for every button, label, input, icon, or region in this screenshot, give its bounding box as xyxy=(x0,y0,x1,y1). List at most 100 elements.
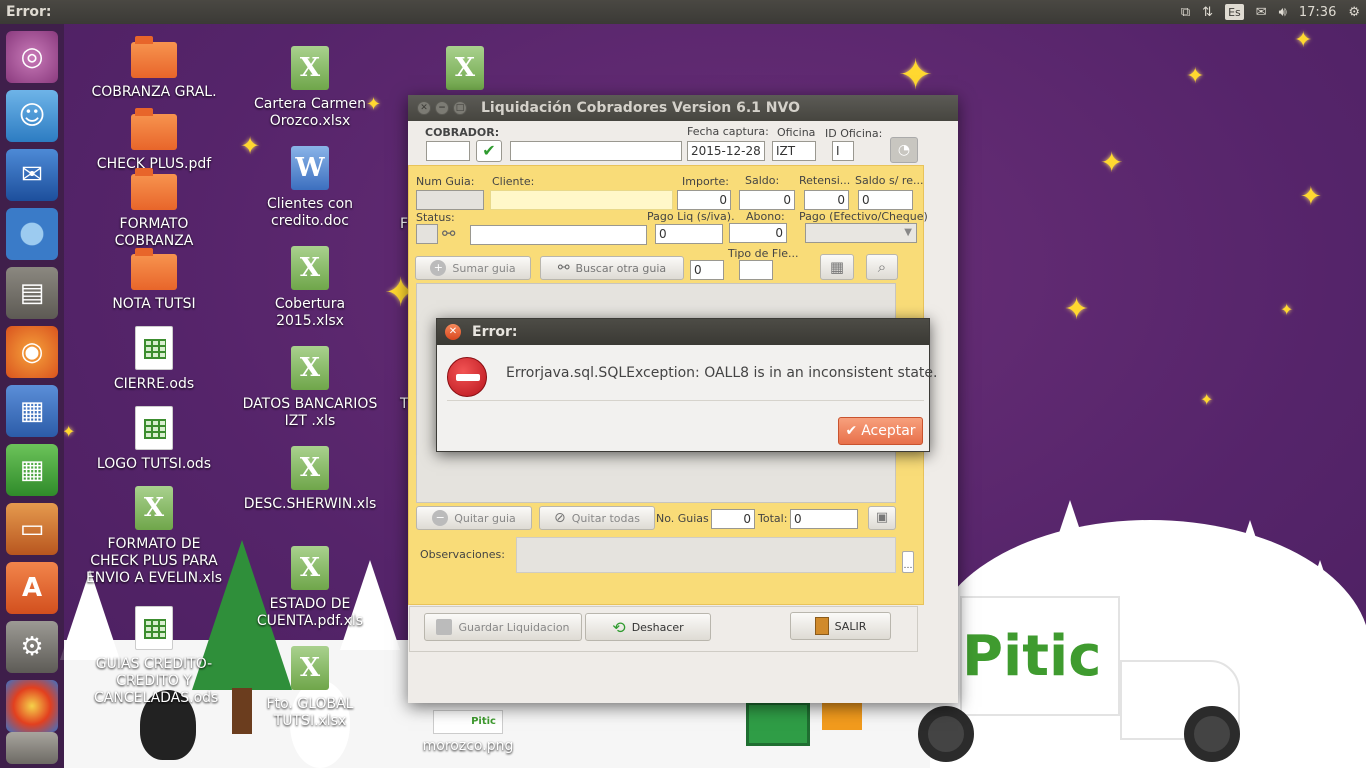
pago-liq-label: Pago Liq (s/iva). xyxy=(647,210,735,223)
total-field[interactable]: 0 xyxy=(790,509,858,529)
importe-field[interactable]: 0 xyxy=(677,190,731,210)
chromium-icon[interactable] xyxy=(6,208,58,260)
abono-field[interactable]: 0 xyxy=(729,223,787,243)
sumar-guia-button[interactable]: + Sumar guia xyxy=(415,256,531,280)
writer-icon[interactable]: ▦ xyxy=(6,385,58,437)
system-settings-icon[interactable]: ⚙ xyxy=(6,621,58,673)
firefox-icon[interactable]: ◉ xyxy=(6,326,58,378)
desktop-file[interactable]: X DESC.SHERWIN.xls xyxy=(240,446,380,513)
excel-icon: X xyxy=(291,46,329,90)
num-guia-field[interactable] xyxy=(416,190,484,210)
binoculars-icon[interactable]: ⚯ xyxy=(442,224,455,243)
desktop-file[interactable]: X FORMATO DE CHECK PLUS PARA ENVIO A EVE… xyxy=(84,486,224,587)
total-label: Total: xyxy=(758,512,788,525)
desktop-file[interactable]: CHECK PLUS.pdf xyxy=(84,108,224,173)
pago-liq-field[interactable]: 0 xyxy=(655,224,723,244)
trash-icon[interactable] xyxy=(6,732,58,764)
print-icon[interactable]: ▣ xyxy=(868,506,896,530)
calendar-icon[interactable]: ▦ xyxy=(820,254,854,280)
desktop-file[interactable]: CIERRE.ods xyxy=(84,326,224,393)
status-desc-field[interactable] xyxy=(470,225,647,245)
files-icon[interactable]: ▤ xyxy=(6,267,58,319)
image-icon[interactable] xyxy=(6,680,58,732)
dropbox-icon[interactable]: ⧉ xyxy=(1181,0,1190,24)
retension-field[interactable]: 0 xyxy=(804,190,849,210)
gift-box xyxy=(822,700,862,730)
oficina-field[interactable]: IZT xyxy=(772,141,816,161)
guardar-liquidacion-button[interactable]: Guardar Liquidacion xyxy=(424,613,582,641)
calc-icon[interactable]: ▦ xyxy=(6,444,58,496)
mail-icon[interactable]: ✉ xyxy=(1256,0,1267,24)
cobrador-code-field[interactable] xyxy=(426,141,470,161)
volume-icon[interactable]: 🔊︎ xyxy=(1279,0,1287,24)
desktop-file-label: Fto. GLOBAL TUTSI.xlsx xyxy=(266,696,354,729)
buscar-otra-guia-button[interactable]: ⚯ Buscar otra guia xyxy=(540,256,684,280)
buscar-count-field[interactable]: 0 xyxy=(690,260,724,280)
saldo-sre-field[interactable]: 0 xyxy=(858,190,913,210)
desktop-file[interactable]: X Cobertura 2015.xlsx xyxy=(240,246,380,330)
cobrador-name-field[interactable] xyxy=(510,141,682,161)
desktop-file-label: DESC.SHERWIN.xls xyxy=(243,496,377,512)
desktop-file[interactable]: X xyxy=(440,46,490,96)
abono-label: Abono: xyxy=(746,210,785,223)
clock[interactable]: 17:36 xyxy=(1299,0,1336,24)
star-decoration: ✦ xyxy=(1280,300,1294,319)
desktop-file[interactable]: X ESTADO DE CUENTA.pdf.xls xyxy=(240,546,380,630)
desktop-file-label: Cartera Carmen Orozco.xlsx xyxy=(254,96,366,129)
desktop-file[interactable]: NOTA TUTSI xyxy=(84,248,224,313)
rss-icon[interactable]: ◔ xyxy=(890,137,918,163)
ubuntu-dash-icon[interactable]: ◎ xyxy=(6,31,58,83)
plus-icon: + xyxy=(430,260,447,276)
search-icon[interactable]: ⌕ xyxy=(866,254,898,280)
salir-button[interactable]: SALIR xyxy=(790,612,891,640)
status-field[interactable] xyxy=(416,224,438,244)
star-decoration: ✦ xyxy=(62,422,76,441)
aceptar-button[interactable]: ✔ Aceptar xyxy=(838,417,923,445)
tipo-fle-field[interactable] xyxy=(739,260,773,280)
impress-icon[interactable]: ▭ xyxy=(6,503,58,555)
desktop-file[interactable]: FORMATO COBRANZA xyxy=(84,168,224,250)
close-icon[interactable]: ✕ xyxy=(417,101,431,115)
desktop-file[interactable]: X Cartera Carmen Orozco.xlsx xyxy=(240,46,380,130)
star-decoration: ✦ xyxy=(1186,64,1205,89)
software-center-icon[interactable]: A xyxy=(6,562,58,614)
thunderbird-icon[interactable]: ✉ xyxy=(6,149,58,201)
fecha-captura-field[interactable]: 2015-12-28 xyxy=(687,141,765,161)
close-icon[interactable]: ✕ xyxy=(445,324,461,340)
error-message: Errorjava.sql.SQLException: OALL8 is in … xyxy=(506,365,938,381)
id-oficina-field[interactable]: I xyxy=(832,141,854,161)
no-guias-field[interactable]: 0 xyxy=(711,509,755,529)
quitar-guia-label: Quitar guia xyxy=(454,511,516,525)
desktop-file[interactable]: X DATOS BANCARIOS IZT .xls xyxy=(240,346,380,430)
pago-tipo-select[interactable]: ▼ xyxy=(805,223,917,243)
saldo-field[interactable]: 0 xyxy=(739,190,795,210)
desktop-file-label: FORMATO DE CHECK PLUS PARA ENVIO A EVELI… xyxy=(85,536,223,586)
empathy-icon[interactable]: ☺ xyxy=(6,90,58,142)
maximize-icon[interactable]: □ xyxy=(453,101,467,115)
desktop-file[interactable]: COBRANZA GRAL. xyxy=(84,36,224,101)
cliente-field[interactable] xyxy=(490,190,673,210)
desktop-file[interactable]: Pitic morozco.png xyxy=(416,710,520,755)
excel-icon: X xyxy=(135,486,173,530)
desktop-file[interactable]: W Clientes con credito.doc xyxy=(240,146,380,230)
desktop-file[interactable]: X Fto. GLOBAL TUTSI.xlsx xyxy=(240,646,380,730)
star-decoration: ✦ xyxy=(898,50,934,99)
validate-check-button[interactable]: ✔ xyxy=(476,140,502,162)
block-icon: ⊘ xyxy=(554,510,566,526)
more-button[interactable]: … xyxy=(902,551,914,573)
quitar-guia-button[interactable]: − Quitar guia xyxy=(416,506,532,530)
deshacer-button[interactable]: ⟲ Deshacer xyxy=(585,613,711,641)
power-gear-icon[interactable]: ⚙ xyxy=(1348,0,1360,24)
observaciones-label: Observaciones: xyxy=(420,548,505,561)
keyboard-icon[interactable]: Es xyxy=(1225,4,1244,20)
quitar-todas-button[interactable]: ⊘ Quitar todas xyxy=(539,506,655,530)
desktop-file[interactable]: LOGO TUTSI.ods xyxy=(84,406,224,473)
launcher: ◎ ☺ ✉ ▤ ◉ ▦ ▦ ▭ A ⚙ xyxy=(0,24,64,768)
desktop-file[interactable]: GUIAS CREDITO-CREDITO Y CANCELADAS.ods xyxy=(84,606,224,707)
sumar-guia-label: Sumar guia xyxy=(452,261,516,275)
network-icon[interactable]: ⇅ xyxy=(1202,0,1213,24)
desktop-file-label: COBRANZA GRAL. xyxy=(91,84,217,100)
minimize-icon[interactable]: − xyxy=(435,101,449,115)
observaciones-field[interactable] xyxy=(516,537,896,573)
saldo-sre-label: Saldo s/ re... xyxy=(855,174,924,187)
